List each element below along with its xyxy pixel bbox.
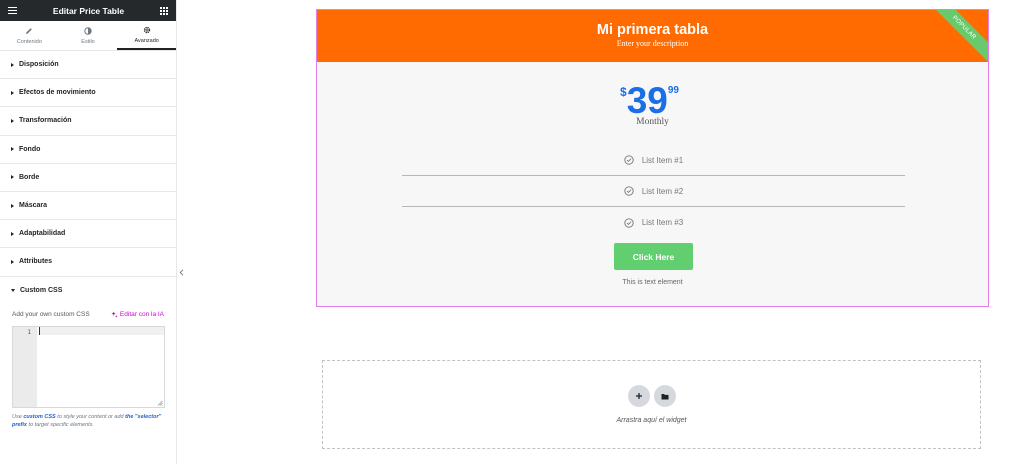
features-list: List Item #1 List Item #2 List Item #3 <box>402 145 905 238</box>
panel-title: Editar Price Table <box>52 5 125 16</box>
css-code-editor[interactable]: 1 <box>12 325 165 408</box>
section-label: Borde <box>19 173 40 181</box>
panel-tabs: Contenido Estilo Avanzado <box>0 21 177 51</box>
section-borde[interactable]: Borde <box>0 164 176 192</box>
click-here-button[interactable]: Click Here <box>614 243 693 270</box>
section-attributes[interactable]: Attributes <box>0 248 176 277</box>
check-circle-icon <box>624 186 634 196</box>
custom-css-label: Add your own custom CSS <box>12 311 90 319</box>
collapse-panel-button[interactable] <box>177 262 186 282</box>
pencil-icon <box>25 27 34 36</box>
section-label: Disposición <box>19 61 59 69</box>
editor-panel: Editar Price Table Contenido Estilo Avan… <box>0 0 177 464</box>
gear-icon <box>142 26 151 35</box>
section-label: Máscara <box>19 202 48 210</box>
active-line <box>39 326 164 335</box>
dropzone-buttons <box>628 385 676 407</box>
price-integer: 39 <box>626 80 668 121</box>
section-label: Adaptabilidad <box>19 230 66 238</box>
menu-icon[interactable] <box>8 7 17 14</box>
folder-icon <box>661 393 669 399</box>
dropzone-text: Arrastra aquí el widget <box>616 417 687 424</box>
price-table-footer-text: This is text element <box>622 279 683 286</box>
add-section-button[interactable] <box>628 385 650 407</box>
tab-label: Avanzado <box>134 37 159 44</box>
check-circle-icon <box>624 217 634 228</box>
widget-dropzone[interactable]: Arrastra aquí el widget <box>322 360 981 449</box>
help-text: to style your content or add <box>57 413 124 420</box>
caret-right-icon <box>11 147 14 152</box>
contrast-icon <box>84 27 93 36</box>
caret-right-icon <box>11 175 14 180</box>
section-custom-css[interactable]: Custom CSS <box>0 277 176 305</box>
caret-right-icon <box>11 90 14 95</box>
list-item: List Item #3 <box>402 207 905 238</box>
caret-right-icon <box>11 231 14 236</box>
section-label: Attributes <box>19 258 53 266</box>
caret-right-icon <box>11 259 14 264</box>
tab-label: Contenido <box>16 38 42 45</box>
add-template-button[interactable] <box>654 385 676 407</box>
list-item: List Item #1 <box>402 145 905 176</box>
list-item-text: List Item #1 <box>641 155 684 165</box>
tab-avanzado[interactable]: Avanzado <box>117 21 177 50</box>
code-input-area[interactable] <box>37 326 164 407</box>
list-item-text: List Item #2 <box>641 186 684 196</box>
plus-icon <box>636 393 642 399</box>
tab-estilo[interactable]: Estilo <box>59 21 118 50</box>
custom-css-area: Add your own custom CSS Editar con la IA… <box>0 305 176 430</box>
list-item: List Item #2 <box>402 176 905 207</box>
line-number: 1 <box>13 326 37 407</box>
section-label: Transformación <box>19 117 72 125</box>
price-display: $ 39 99 <box>620 82 679 119</box>
help-text: to target specific elements. <box>28 421 94 428</box>
section-label: Efectos de movimiento <box>19 89 96 97</box>
tab-label: Estilo <box>81 38 95 45</box>
tab-contenido[interactable]: Contenido <box>0 21 59 50</box>
section-efectos-movimiento[interactable]: Efectos de movimiento <box>0 79 176 108</box>
section-mascara[interactable]: Máscara <box>0 192 176 221</box>
help-text: Use <box>12 413 22 420</box>
price-table-widget[interactable]: Mi primera tabla Enter your description … <box>316 9 989 307</box>
price-cents: 99 <box>667 85 679 96</box>
price-currency: $ <box>620 85 627 99</box>
resize-handle-icon[interactable] <box>157 400 163 406</box>
section-disposicion[interactable]: Disposición <box>0 51 176 80</box>
caret-right-icon <box>11 62 14 67</box>
price-table-description: Enter your description <box>616 39 689 48</box>
caret-right-icon <box>11 203 14 208</box>
price-table-header: Mi primera tabla Enter your description <box>317 10 988 62</box>
sparkle-icon <box>111 311 118 318</box>
widgets-grid-icon[interactable] <box>160 6 168 15</box>
chevron-left-icon <box>179 268 184 276</box>
price-period: Monthly <box>636 117 669 127</box>
caret-down-icon <box>11 289 15 293</box>
check-circle-icon <box>624 155 634 165</box>
custom-css-link[interactable]: custom CSS <box>23 414 55 420</box>
edit-with-ai-label: Editar con la IA <box>119 311 164 319</box>
section-adaptabilidad[interactable]: Adaptabilidad <box>0 220 176 249</box>
section-label: Fondo <box>19 145 41 153</box>
custom-css-help: Use custom CSS to style your content or … <box>12 414 164 430</box>
edit-with-ai-link[interactable]: Editar con la IA <box>111 311 164 318</box>
section-label: Custom CSS <box>20 287 63 295</box>
panel-header: Editar Price Table <box>0 0 176 21</box>
list-item-text: List Item #3 <box>641 218 684 227</box>
price-table-title: Mi primera tabla <box>596 22 709 38</box>
section-transformacion[interactable]: Transformación <box>0 107 176 136</box>
section-fondo[interactable]: Fondo <box>0 136 176 164</box>
caret-right-icon <box>11 118 14 123</box>
